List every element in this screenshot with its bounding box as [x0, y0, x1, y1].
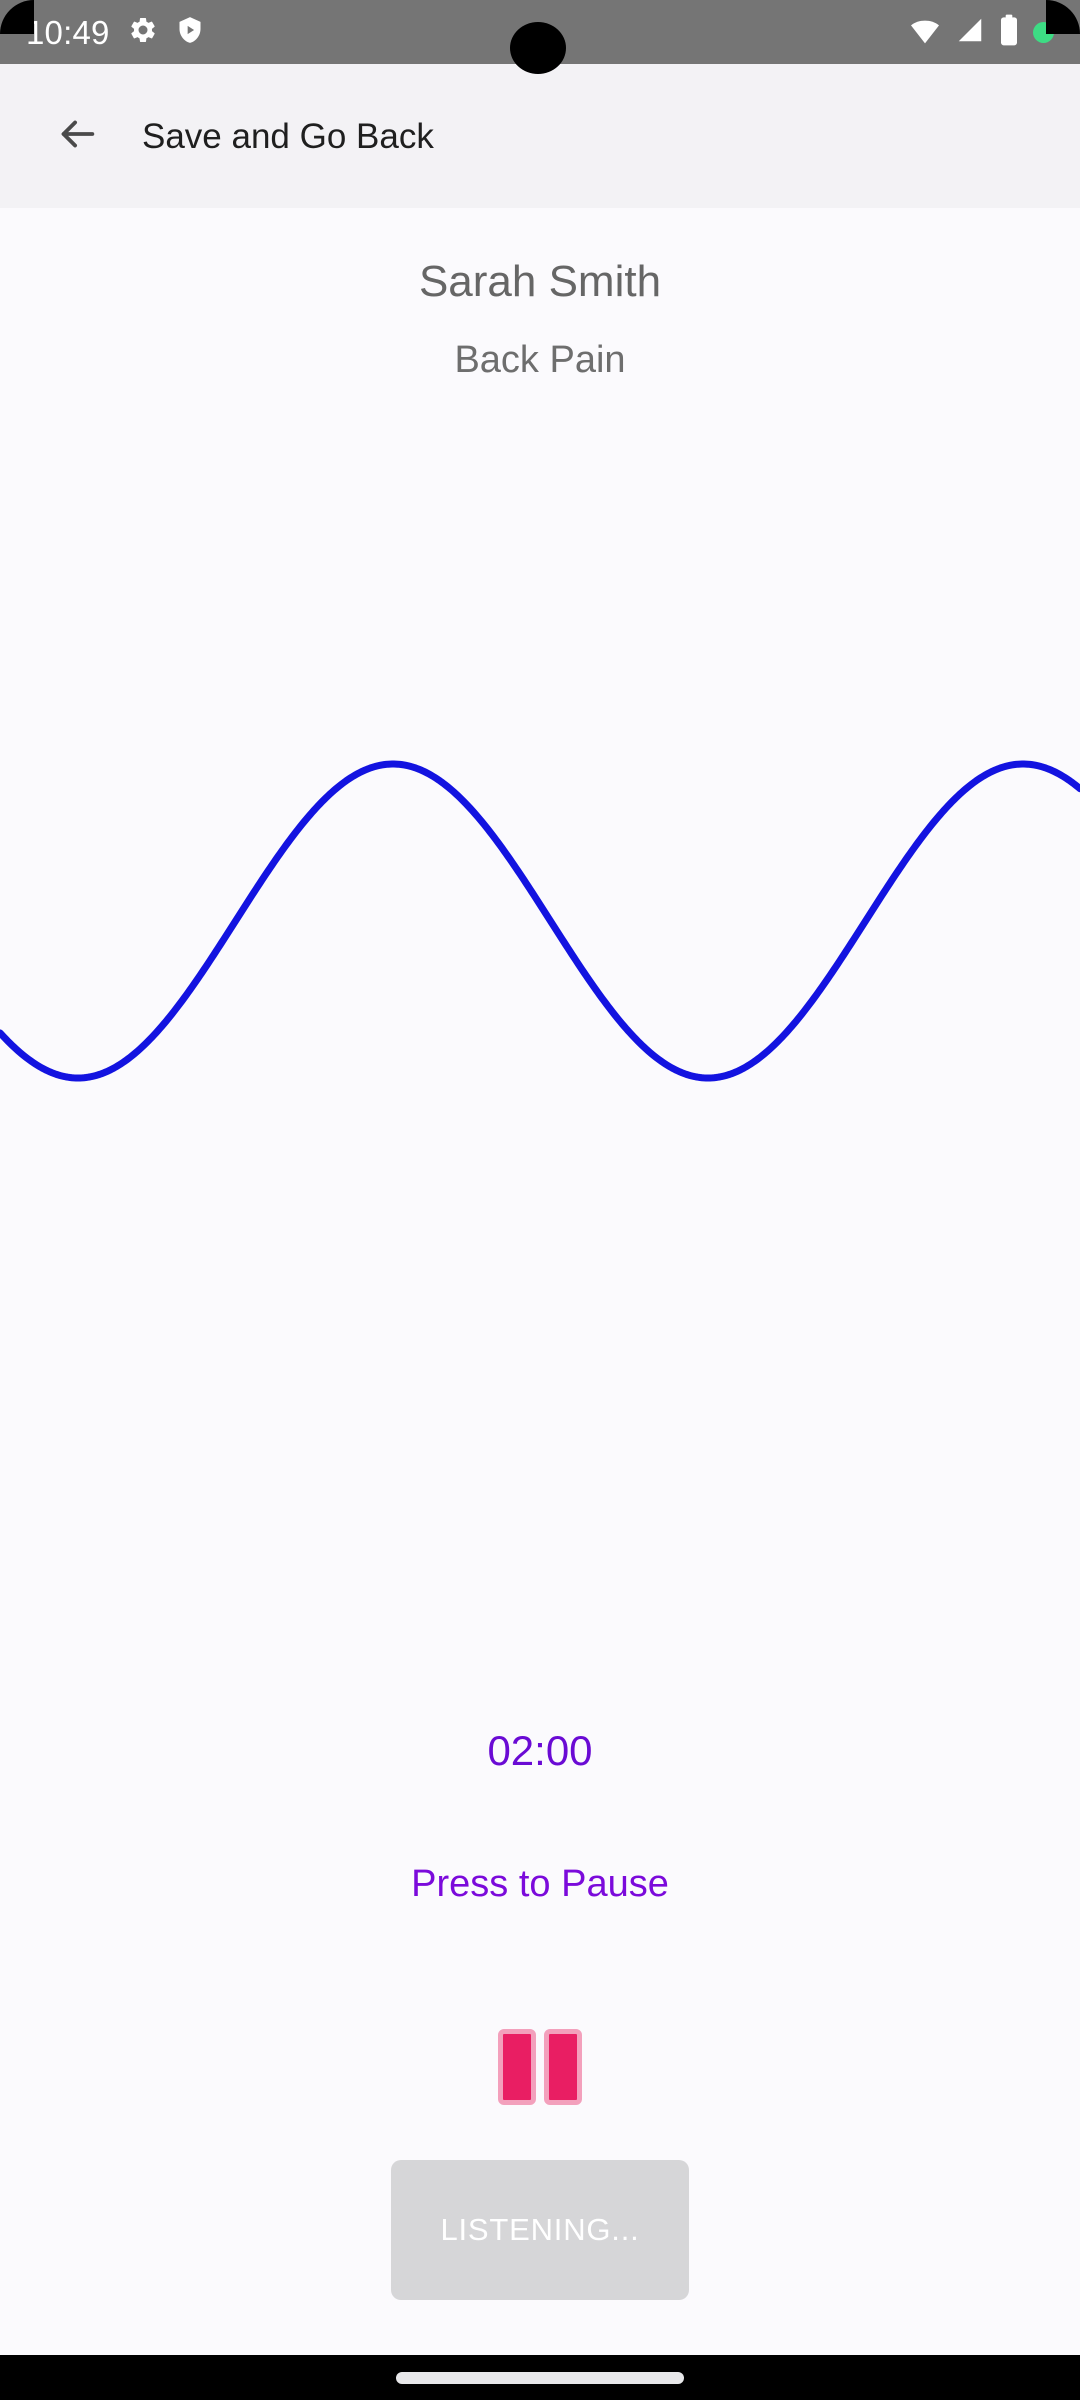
patient-name: Sarah Smith	[418, 257, 662, 306]
waveform-line	[0, 760, 1080, 1082]
system-navigation-bar	[0, 2355, 1080, 2400]
phone-screen: 10:49 Save and Go Back Sarah Smith Back …	[0, 0, 1080, 2400]
arrow-back-icon	[54, 111, 100, 162]
listening-button[interactable]: LISTENING...	[391, 2160, 689, 2300]
main-content: Sarah Smith Back Pain 02:00 Press to Pau…	[0, 208, 1080, 2355]
battery-icon	[999, 14, 1019, 51]
front-camera-punch-hole	[510, 22, 566, 74]
status-bar-left-group: 10:49	[26, 15, 204, 50]
status-bar-clock: 10:49	[26, 13, 110, 51]
app-bar-title: Save and Go Back	[142, 116, 434, 156]
back-button[interactable]	[48, 107, 106, 165]
waveform-chart	[0, 760, 1080, 1082]
pause-icon-bar-right	[544, 2029, 582, 2105]
pause-button[interactable]	[493, 2021, 587, 2113]
audio-waveform-visualizer	[0, 703, 1080, 1133]
pause-hint-label: Press to Pause	[411, 1863, 669, 1905]
settings-gear-icon	[128, 15, 158, 50]
shield-play-icon	[176, 15, 204, 50]
gesture-home-pill[interactable]	[396, 2371, 684, 2384]
wifi-icon	[909, 15, 941, 50]
recording-timer: 02:00	[487, 1727, 593, 1774]
patient-condition: Back Pain	[454, 339, 626, 381]
app-bar: Save and Go Back	[0, 64, 1080, 208]
status-bar-right-group	[909, 14, 1054, 51]
pause-icon-bar-left	[498, 2029, 536, 2105]
cellular-signal-icon	[955, 15, 985, 50]
